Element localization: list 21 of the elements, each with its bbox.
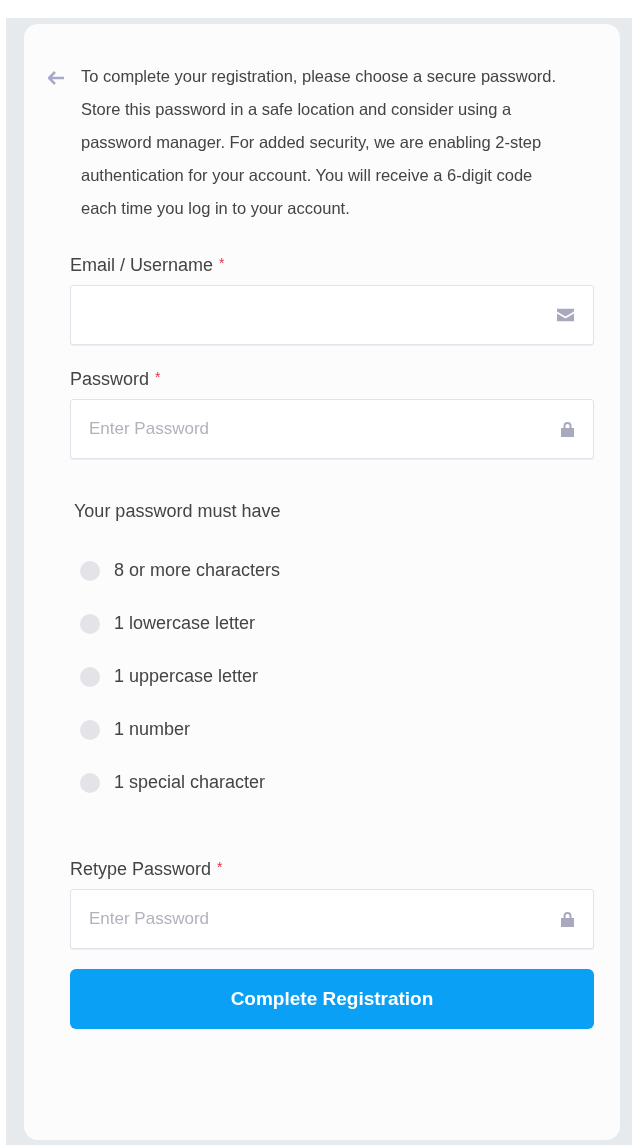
lock-icon [561,421,574,437]
field-label: Retype Password [70,859,212,880]
requirements-title: Your password must have [74,501,282,522]
requirement-text: 1 number [114,719,191,740]
requirement-text: 1 special character [114,772,266,793]
instructions-text: To complete your registration, please choose a secure password. Store this password in a safe location and consider using a password manager. For added security, we are enabling 2-step authentication for your account. You will receive a 6-digit code each time you log in to your account. [81,66,558,219]
required-asterisk: * [219,255,225,271]
input-field[interactable]: Enter Password [70,889,594,949]
lock-icon [561,911,574,927]
requirement-text: 1 uppercase letter [114,666,259,687]
complete-registration-button[interactable]: Complete Registration [70,969,594,1029]
field-label: Email / Username [70,255,214,276]
required-asterisk: * [217,859,223,875]
required-asterisk: * [155,369,161,385]
input-field[interactable]: Enter Password [70,399,594,459]
back-arrow-icon[interactable] [48,71,65,85]
field-label: Password [70,369,150,390]
requirement-text: 1 lowercase letter [114,613,256,634]
envelope-icon [557,308,574,322]
input-field[interactable] [70,285,594,345]
requirement-text: 8 or more characters [114,560,281,581]
